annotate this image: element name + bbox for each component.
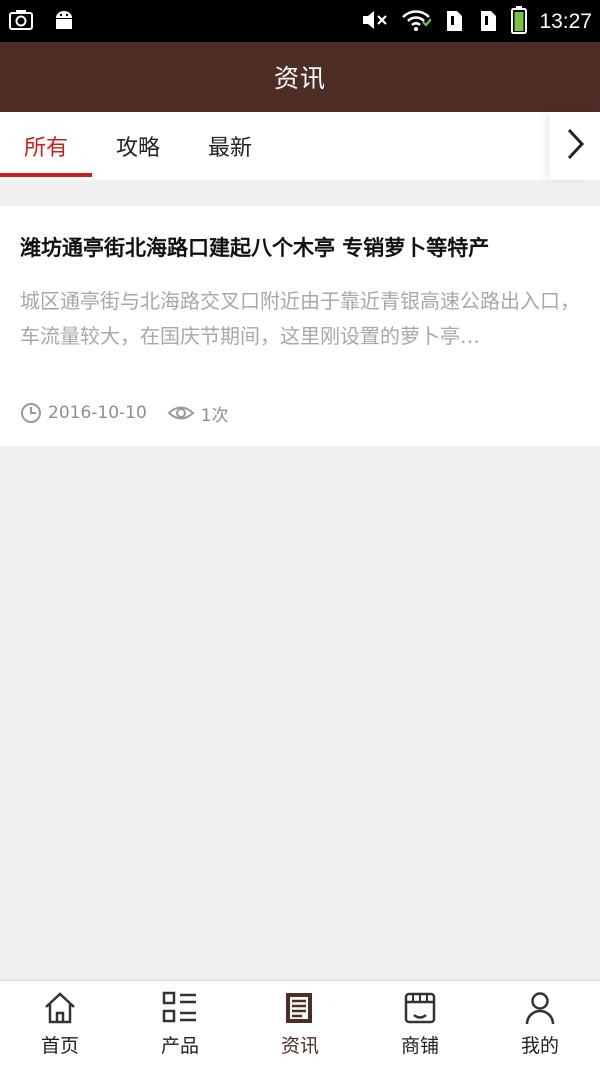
home-icon: [43, 991, 77, 1025]
tab-more-button[interactable]: [550, 112, 600, 180]
news-icon: [283, 991, 317, 1025]
page-title: 资讯: [273, 64, 326, 93]
store-icon: [403, 991, 437, 1025]
article-card[interactable]: 潍坊通亭街北海路口建起八个木亭 专销萝卜等特产 城区通亭街与北海路交叉口附近由于…: [0, 206, 600, 446]
status-bar: 13:27: [0, 0, 600, 42]
chevron-right-icon: [564, 127, 586, 165]
tab-label: 最新: [207, 136, 252, 161]
nav-stores[interactable]: 商铺: [360, 981, 480, 1067]
eye-icon: [167, 402, 195, 424]
nav-products[interactable]: 产品: [120, 981, 240, 1067]
tab-latest[interactable]: 最新: [184, 112, 276, 180]
article-views: 1次: [200, 405, 229, 426]
nav-label: 首页: [40, 1035, 79, 1057]
sim-card-icon: [477, 7, 499, 37]
user-icon: [523, 991, 557, 1025]
tab-all[interactable]: 所有: [0, 112, 92, 180]
tab-guides[interactable]: 攻略: [92, 112, 184, 180]
article-title: 潍坊通亭街北海路口建起八个木亭 专销萝卜等特产: [20, 236, 490, 260]
nav-label: 我的: [520, 1035, 559, 1057]
clock: 13:27: [539, 10, 592, 33]
app-header: 资讯: [0, 42, 600, 112]
nav-home[interactable]: 首页: [0, 981, 120, 1067]
tab-label: 攻略: [115, 136, 160, 161]
android-icon: [52, 8, 76, 36]
tab-bar: 所有 攻略 最新: [0, 112, 600, 180]
product-list-icon: [162, 991, 198, 1025]
wifi-icon: [401, 8, 433, 36]
battery-icon: [511, 6, 528, 38]
article-date: 2016-10-10: [48, 403, 147, 423]
clock-icon: [20, 402, 42, 424]
mute-icon: [361, 8, 389, 36]
screenshot-icon: [8, 8, 34, 36]
nav-label: 产品: [160, 1035, 199, 1057]
nav-news[interactable]: 资讯: [240, 981, 360, 1067]
nav-profile[interactable]: 我的: [480, 981, 600, 1067]
bottom-nav: 首页 产品 资讯 商铺 我的: [0, 980, 600, 1067]
article-meta: 2016-10-10 1次: [20, 400, 229, 426]
nav-label: 商铺: [400, 1035, 439, 1057]
active-tab-indicator: [0, 173, 92, 177]
sim-card-icon: [443, 7, 465, 37]
article-summary: 城区通亭街与北海路交叉口附近由于靠近青银高速公路出入口，车流量较大，在国庆节期间…: [20, 289, 580, 348]
nav-label: 资讯: [280, 1035, 319, 1057]
tab-label: 所有: [23, 136, 68, 161]
